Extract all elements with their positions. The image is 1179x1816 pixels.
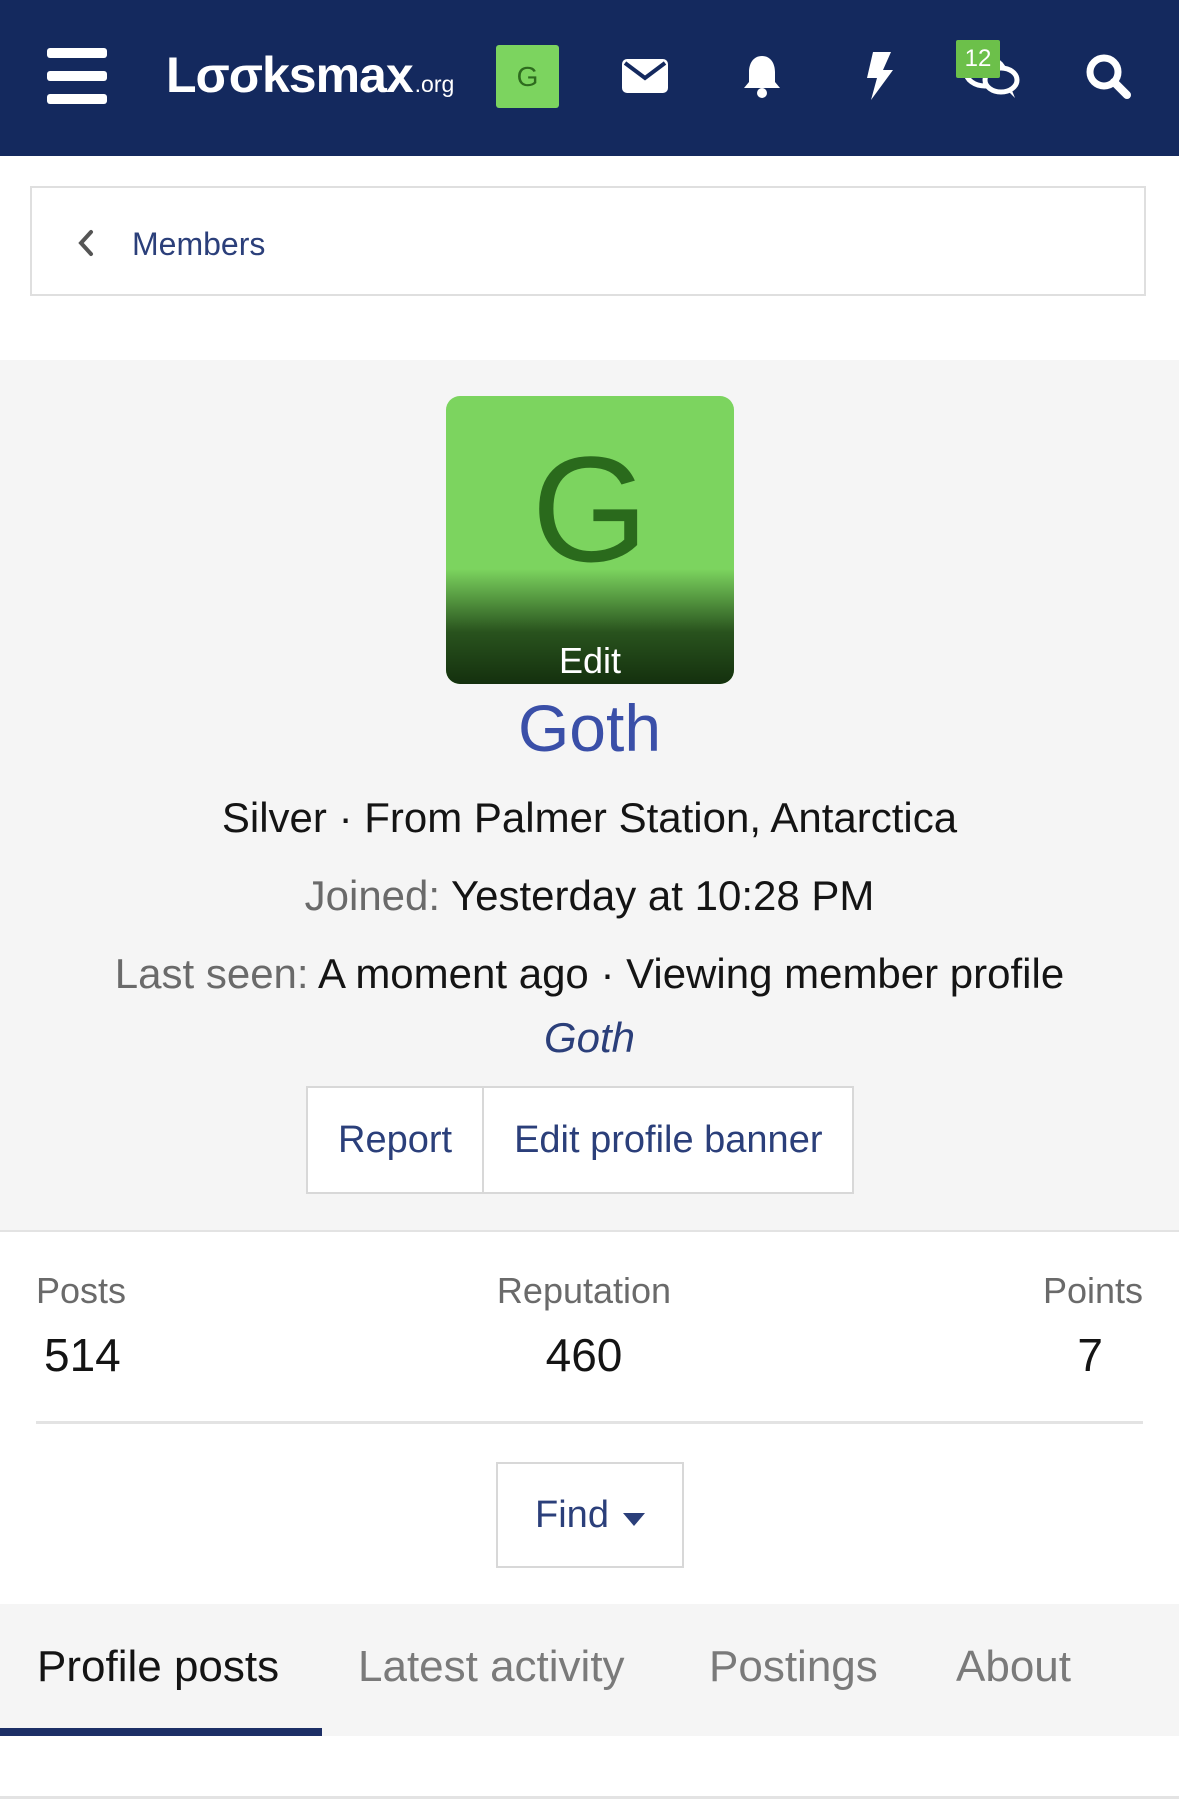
tab-postings[interactable]: Postings: [709, 1642, 878, 1692]
rank-location: Silver · From Palmer Station, Antarctica: [221, 794, 958, 841]
logo-text: Lσσksmax: [166, 47, 414, 103]
profile-username[interactable]: Goth: [0, 690, 1179, 766]
last-seen-row: Last seen: A moment ago · Viewing member…: [0, 950, 1179, 998]
notification-badge: 12: [956, 40, 1000, 78]
find-label: Find: [535, 1493, 609, 1536]
joined-value: Yesterday at 10:28 PM: [450, 872, 875, 919]
breadcrumb[interactable]: Members: [30, 186, 1146, 296]
avatar-edit-link[interactable]: Edit: [446, 640, 734, 682]
logo-tld: .org: [414, 71, 455, 97]
profile-action-buttons: Report Edit profile banner: [306, 1086, 855, 1194]
joined-label: Joined:: [304, 872, 441, 919]
stat-points-value: 7: [1077, 1329, 1103, 1381]
stat-points[interactable]: Points 7: [1043, 1270, 1143, 1382]
menu-icon[interactable]: [46, 48, 108, 104]
site-logo[interactable]: Lσσksmax .org: [166, 46, 454, 106]
tab-about[interactable]: About: [956, 1642, 1071, 1692]
stats-divider: [36, 1421, 1143, 1424]
profile-tabs: Profile posts Latest activity Postings A…: [0, 1604, 1179, 1736]
caret-down-icon: [622, 1494, 645, 1537]
top-navigation-bar: Lσσksmax .org G 12: [0, 0, 1179, 156]
profile-avatar[interactable]: G Edit: [446, 396, 734, 684]
tab-latest-activity[interactable]: Latest activity: [358, 1642, 625, 1692]
report-button[interactable]: Report: [308, 1088, 482, 1192]
find-menu-button[interactable]: Find: [496, 1462, 684, 1568]
stat-points-label: Points: [1042, 1270, 1143, 1311]
search-icon[interactable]: [1076, 44, 1140, 108]
last-seen-label: Last seen:: [114, 950, 309, 997]
bell-icon[interactable]: [730, 44, 794, 108]
tab-profile-posts[interactable]: Profile posts: [37, 1642, 279, 1692]
profile-header: G Edit Goth Silver · From Palmer Station…: [0, 360, 1179, 1232]
viewing-member-link[interactable]: Goth: [0, 1014, 1179, 1062]
mail-icon[interactable]: [613, 44, 677, 108]
active-tab-indicator: [0, 1728, 322, 1736]
stat-reputation-label: Reputation: [496, 1270, 672, 1311]
stat-reputation: Reputation 460: [0, 1270, 1168, 1382]
content-divider: [0, 1796, 1179, 1799]
breadcrumb-link-members[interactable]: Members: [132, 226, 265, 263]
edit-profile-banner-button[interactable]: Edit profile banner: [482, 1088, 852, 1192]
stat-reputation-value: 460: [545, 1329, 623, 1381]
profile-stats: Posts 514 Reputation 460 Points 7: [0, 1270, 1179, 1422]
user-avatar-button[interactable]: G: [496, 45, 559, 108]
joined-row: Joined: Yesterday at 10:28 PM: [0, 872, 1179, 920]
chevron-left-icon: [74, 226, 96, 265]
bolt-icon[interactable]: [847, 44, 911, 108]
last-seen-value: A moment ago · Viewing member profile: [317, 950, 1065, 997]
avatar-letter: G: [531, 425, 649, 593]
